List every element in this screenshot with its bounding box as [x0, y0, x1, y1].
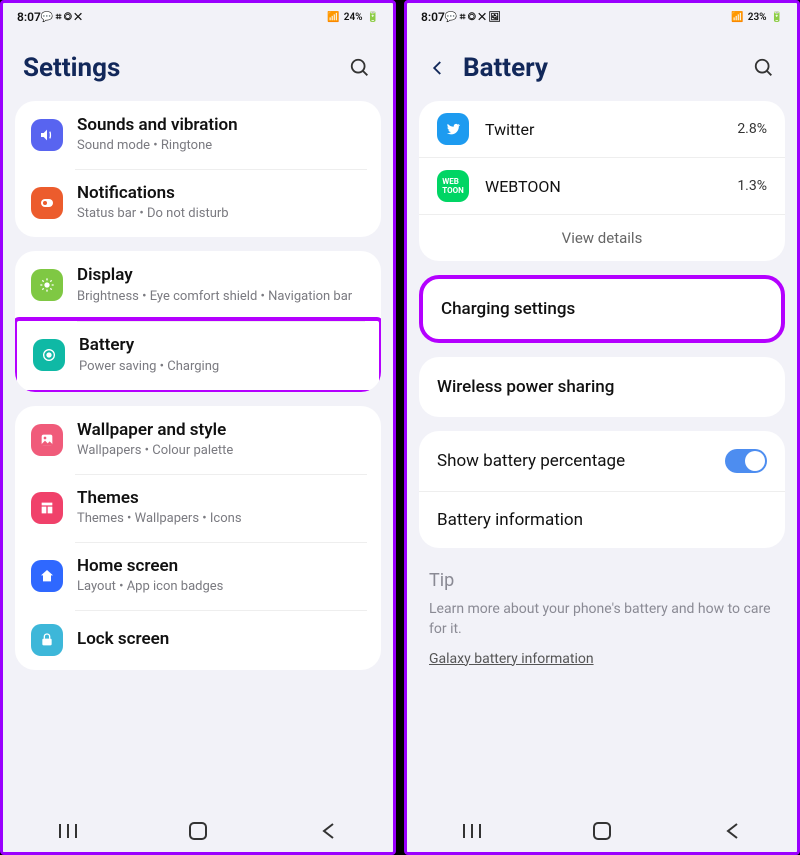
page-header: Settings — [3, 31, 393, 101]
settings-screen: 8:07 💬 ⌗ ◎ ✕ 📶 24%🔋 Settings Sounds and … — [0, 0, 396, 855]
row-title: Home screen — [77, 556, 365, 577]
app-name: WEBTOON — [485, 177, 737, 196]
row-subtitle: Brightness • Eye comfort shield • Naviga… — [77, 289, 365, 306]
row-subtitle: Layout • App icon badges — [77, 579, 365, 596]
recents-button[interactable] — [48, 824, 88, 838]
page-title: Battery — [463, 53, 737, 83]
battery-options-card: Show battery percentage Battery informat… — [419, 431, 785, 548]
webtoon-icon: WEBTOON — [437, 170, 469, 202]
row-subtitle: Themes • Wallpapers • Icons — [77, 511, 365, 528]
row-title: Themes — [77, 488, 365, 509]
view-details-button[interactable]: View details — [419, 214, 785, 261]
row-subtitle: Status bar • Do not disturb — [77, 206, 365, 223]
back-button[interactable] — [712, 823, 752, 839]
settings-item-battery[interactable]: Battery Power saving • Charging — [15, 317, 381, 391]
back-icon[interactable] — [427, 57, 449, 79]
show-battery-percentage-toggle[interactable]: Show battery percentage — [419, 431, 785, 491]
page-title: Settings — [23, 53, 333, 83]
search-icon[interactable] — [347, 55, 373, 81]
settings-group-personalize: Wallpaper and style Wallpapers • Colour … — [15, 406, 381, 670]
tip-link[interactable]: Galaxy battery information — [429, 651, 594, 667]
row-title: Sounds and vibration — [77, 115, 365, 136]
home-button[interactable] — [178, 822, 218, 840]
status-icons-right: 📶 24%🔋 — [327, 12, 379, 23]
row-title: Display — [77, 265, 365, 286]
row-subtitle: Wallpapers • Colour palette — [77, 443, 365, 460]
display-icon — [31, 269, 63, 301]
settings-group-device: Display Brightness • Eye comfort shield … — [15, 251, 381, 391]
twitter-icon — [437, 113, 469, 145]
charging-settings-button[interactable]: Charging settings — [419, 275, 785, 343]
status-icons-left: 💬 ⌗ ◎ ✕ — [41, 12, 82, 23]
notifications-icon — [31, 187, 63, 219]
toggle-switch-on[interactable] — [725, 449, 767, 473]
usage-row-twitter[interactable]: Twitter 2.8% — [419, 101, 785, 157]
android-nav-bar — [407, 810, 797, 852]
settings-item-themes[interactable]: Themes Themes • Wallpapers • Icons — [15, 474, 381, 542]
status-icons-left: 💬 ⌗ ◎ ✕ 🖼 — [445, 12, 501, 23]
android-nav-bar — [3, 810, 393, 852]
wireless-power-sharing-button[interactable]: Wireless power sharing — [419, 357, 785, 417]
settings-item-wallpaper[interactable]: Wallpaper and style Wallpapers • Colour … — [15, 406, 381, 474]
usage-row-webtoon[interactable]: WEBTOON WEBTOON 1.3% — [419, 157, 785, 214]
settings-item-lock-screen[interactable]: Lock screen — [15, 610, 381, 670]
status-time: 8:07 — [421, 10, 445, 24]
tip-heading: Tip — [429, 570, 775, 591]
row-title: Wallpaper and style — [77, 420, 365, 441]
status-time: 8:07 — [17, 10, 41, 24]
status-bar: 8:07 💬 ⌗ ◎ ✕ 🖼 📶 23%🔋 — [407, 3, 797, 31]
settings-item-notifications[interactable]: Notifications Status bar • Do not distur… — [15, 169, 381, 237]
app-name: Twitter — [485, 120, 737, 139]
battery-information-button[interactable]: Battery information — [419, 491, 785, 548]
themes-icon — [31, 492, 63, 524]
row-label: Battery information — [437, 510, 583, 530]
row-subtitle: Power saving • Charging — [79, 359, 363, 376]
tip-body: Learn more about your phone's battery an… — [429, 599, 775, 640]
status-icons-right: 📶 23%🔋 — [731, 12, 783, 23]
sounds-icon — [31, 119, 63, 151]
battery-icon — [33, 339, 65, 371]
row-subtitle: Sound mode • Ringtone — [77, 138, 365, 155]
row-title: Notifications — [77, 183, 365, 204]
battery-usage-card: Twitter 2.8% WEBTOON WEBTOON 1.3% View d… — [419, 101, 785, 261]
status-bar: 8:07 💬 ⌗ ◎ ✕ 📶 24%🔋 — [3, 3, 393, 31]
home-icon — [31, 560, 63, 592]
settings-item-sounds[interactable]: Sounds and vibration Sound mode • Ringto… — [15, 101, 381, 169]
search-icon[interactable] — [751, 55, 777, 81]
tip-section: Tip Learn more about your phone's batter… — [407, 562, 797, 679]
page-header: Battery — [407, 31, 797, 101]
app-percentage: 2.8% — [737, 121, 767, 137]
wallpaper-icon — [31, 424, 63, 456]
row-title: Battery — [79, 335, 363, 356]
settings-item-home-screen[interactable]: Home screen Layout • App icon badges — [15, 542, 381, 610]
home-button[interactable] — [582, 822, 622, 840]
settings-item-display[interactable]: Display Brightness • Eye comfort shield … — [15, 251, 381, 319]
row-title: Lock screen — [77, 629, 365, 650]
back-button[interactable] — [308, 823, 348, 839]
recents-button[interactable] — [452, 824, 492, 838]
toggle-label: Show battery percentage — [437, 451, 625, 471]
app-percentage: 1.3% — [737, 178, 767, 194]
lock-icon — [31, 624, 63, 656]
battery-screen: 8:07 💬 ⌗ ◎ ✕ 🖼 📶 23%🔋 Battery Twitter 2.… — [404, 0, 800, 855]
settings-group-connections: Sounds and vibration Sound mode • Ringto… — [15, 101, 381, 237]
